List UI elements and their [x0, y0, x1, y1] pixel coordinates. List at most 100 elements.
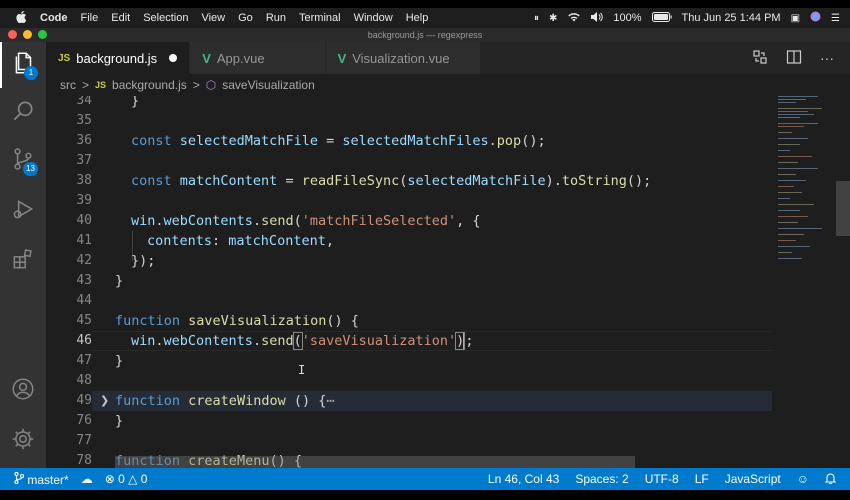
code-line: function saveVisualization() {	[115, 313, 359, 329]
notifications-bell-icon[interactable]	[824, 472, 837, 487]
menu-edit[interactable]: Edit	[111, 12, 130, 24]
battery-icon[interactable]	[651, 11, 672, 25]
fold-chevron-icon[interactable]: ❯	[100, 391, 109, 411]
line-number: 48	[76, 373, 92, 388]
more-actions-icon[interactable]: ···	[820, 50, 834, 66]
menu-selection[interactable]: Selection	[143, 12, 188, 24]
line-number: 41	[76, 233, 92, 248]
split-editor-icon[interactable]	[786, 49, 802, 68]
line-number: 78	[76, 453, 92, 468]
window-title-bar: background.js — regexpress	[0, 28, 850, 42]
sync-icon[interactable]: ☁	[81, 472, 93, 486]
code-editor[interactable]: 34 35 36 37 38 39 40 41 42 43 44 45 46 4…	[46, 96, 850, 468]
battery-percent: 100%	[613, 12, 642, 24]
pause-icon[interactable]: ⏸	[534, 13, 539, 24]
line-number: 45	[76, 313, 92, 328]
line-number-gutter[interactable]: 34 35 36 37 38 39 40 41 42 43 44 45 46 4…	[46, 96, 92, 468]
horizontal-scrollbar[interactable]	[115, 456, 635, 468]
line-number: 39	[76, 193, 92, 208]
code-line: contents: matchContent,	[147, 233, 334, 249]
problems-status[interactable]: ⊗ 0 △ 0	[105, 472, 148, 486]
breadcrumb: src > JS background.js > ⬡ saveVisualiza…	[46, 74, 850, 96]
menu-help[interactable]: Help	[406, 12, 429, 24]
vue-file-icon: V	[202, 50, 211, 66]
line-number: 44	[76, 293, 92, 308]
code-line: win.webContents.send('saveVisualization'…	[131, 332, 474, 350]
open-changes-icon[interactable]	[752, 49, 768, 68]
tab-app-vue[interactable]: V App.vue	[190, 42, 326, 74]
language-mode[interactable]: JavaScript	[725, 472, 781, 486]
line-number: 46	[76, 333, 92, 348]
tab-label: App.vue	[216, 50, 265, 66]
js-file-icon: JS	[95, 80, 107, 90]
search-button[interactable]	[0, 90, 46, 136]
breadcrumb-separator: >	[82, 78, 90, 92]
search-icon	[10, 98, 36, 129]
cursor-position[interactable]: Ln 46, Col 43	[488, 472, 559, 486]
window-controls	[8, 30, 47, 39]
run-debug-icon	[10, 196, 36, 227]
menu-file[interactable]: File	[81, 12, 99, 24]
branch-name: master*	[27, 472, 69, 487]
vue-file-icon: V	[337, 50, 347, 66]
menu-run[interactable]: Run	[266, 12, 286, 24]
source-control-button[interactable]: 13	[0, 138, 46, 184]
menu-go[interactable]: Go	[238, 12, 253, 24]
tab-label: background.js	[76, 50, 158, 66]
branch-status[interactable]: master*	[14, 471, 69, 487]
zoom-window-button[interactable]	[38, 30, 47, 39]
breadcrumb-file[interactable]: background.js	[112, 78, 187, 92]
manage-button[interactable]	[0, 418, 46, 464]
tab-visualization-vue[interactable]: V Visualization.vue	[325, 42, 481, 74]
breadcrumb-symbol[interactable]: saveVisualization	[222, 78, 315, 92]
line-number: 77	[76, 433, 92, 448]
breadcrumb-folder[interactable]: src	[60, 78, 76, 92]
tab-background-js[interactable]: JS background.js	[46, 42, 191, 74]
gear-icon	[10, 426, 36, 457]
line-number: 38	[76, 173, 92, 188]
line-number: 40	[76, 213, 92, 228]
menu-terminal[interactable]: Terminal	[299, 12, 341, 24]
feedback-icon[interactable]: ☺	[797, 472, 809, 486]
indentation-status[interactable]: Spaces: 2	[575, 472, 628, 486]
explorer-button[interactable]: 1	[0, 42, 46, 88]
warning-icon: △	[128, 472, 138, 486]
code-line: const matchContent = readFileSync(select…	[131, 173, 652, 189]
volume-icon[interactable]	[591, 11, 604, 25]
code-line: function createWindow () {⋯	[115, 393, 335, 409]
close-window-button[interactable]	[8, 30, 17, 39]
folded-ellipsis[interactable]: ⋯	[326, 393, 334, 409]
eol-status[interactable]: LF	[695, 472, 709, 486]
js-file-icon: JS	[58, 52, 71, 64]
unsaved-dot-icon[interactable]	[169, 54, 178, 62]
minimize-window-button[interactable]	[23, 30, 32, 39]
activity-bar: 1 13	[0, 42, 46, 468]
line-number: 37	[76, 153, 92, 168]
line-number: 47	[76, 353, 92, 368]
wifi-icon[interactable]	[567, 12, 581, 25]
menu-view[interactable]: View	[201, 12, 225, 24]
code-line: }	[115, 353, 124, 369]
siri-icon[interactable]	[810, 11, 821, 25]
menu-window[interactable]: Window	[354, 12, 393, 24]
bluetooth-icon[interactable]: ✱	[549, 13, 557, 24]
run-debug-button[interactable]	[0, 188, 46, 234]
code-lines[interactable]: } const selectedMatchFile = selectedMatc…	[115, 96, 775, 468]
apple-menu-icon[interactable]	[12, 10, 30, 26]
encoding-status[interactable]: UTF-8	[645, 472, 679, 486]
source-control-badge: 13	[23, 162, 38, 176]
accounts-button[interactable]	[0, 368, 46, 414]
code-line: }	[115, 413, 124, 429]
minimap[interactable]	[774, 96, 836, 468]
menubar-clock[interactable]: Thu Jun 25 1:44 PM	[682, 12, 781, 24]
extensions-button[interactable]	[0, 238, 46, 284]
vertical-scrollbar[interactable]	[836, 181, 850, 236]
line-number: 76	[76, 413, 92, 428]
screen-mirroring-icon[interactable]: ▣	[791, 13, 800, 24]
menu-code[interactable]: Code	[40, 12, 68, 24]
line-number: 35	[76, 113, 92, 128]
bottom-letterbox	[0, 490, 850, 500]
extensions-icon	[10, 246, 36, 277]
git-branch-icon	[14, 471, 27, 487]
control-center-icon[interactable]: ☰	[831, 13, 840, 24]
